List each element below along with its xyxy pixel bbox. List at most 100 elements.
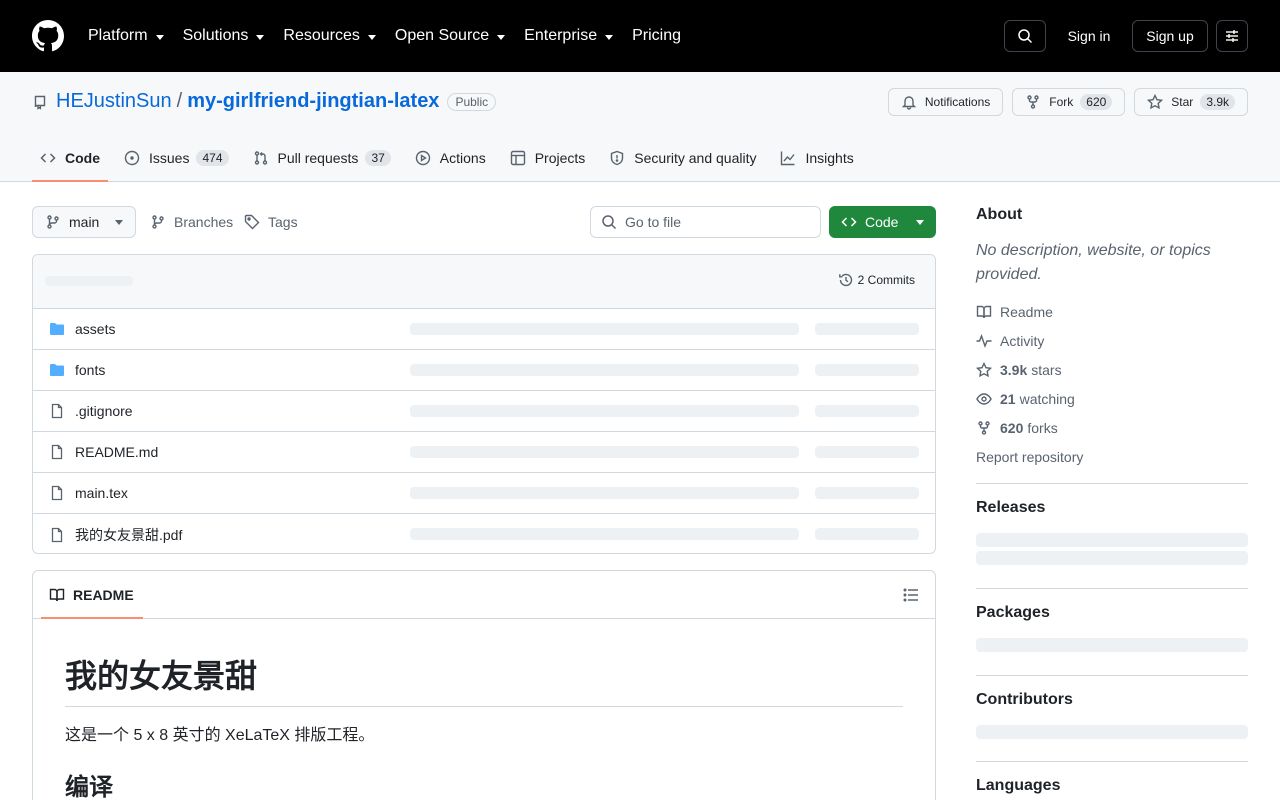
nav-open-source[interactable]: Open Source [395, 27, 506, 45]
go-to-file-input[interactable]: Go to file [590, 206, 821, 238]
star-icon [1147, 94, 1164, 110]
code-dropdown-button[interactable]: Code [829, 206, 936, 238]
commits-label: 2 Commits [857, 273, 915, 287]
code-button-label: Code [865, 214, 899, 230]
menu-button[interactable] [1216, 20, 1248, 52]
watchers-link[interactable]: 21 watching [976, 384, 1248, 413]
visibility-badge: Public [447, 92, 497, 111]
loading-placeholder [815, 487, 919, 499]
loading-placeholder [410, 405, 799, 417]
repo-owner-link[interactable]: HEJustinSun [56, 90, 172, 113]
chevron-down-icon [367, 34, 376, 40]
file-name[interactable]: 我的女友景甜.pdf [75, 525, 182, 545]
file-name[interactable]: fonts [75, 362, 105, 378]
tab-issues[interactable]: Issues 474 [116, 138, 237, 178]
about-section: About No description, website, or topics… [976, 206, 1248, 471]
languages-section: Languages [976, 761, 1248, 800]
file-icon [51, 403, 63, 419]
tab-security[interactable]: Security and quality [601, 138, 764, 178]
packages-title[interactable]: Packages [976, 604, 1248, 622]
search-icon [602, 215, 617, 230]
loading-placeholder [410, 364, 799, 376]
issues-count: 474 [196, 150, 229, 166]
fork-button[interactable]: Fork 620 [1012, 88, 1126, 116]
repo-header: HEJustinSun / my-girlfriend-jingtian-lat… [0, 72, 1280, 182]
repo-title: HEJustinSun / my-girlfriend-jingtian-lat… [32, 90, 497, 113]
nav-enterprise[interactable]: Enterprise [524, 27, 614, 45]
file-name[interactable]: assets [75, 321, 115, 337]
file-row[interactable]: fonts [33, 350, 935, 391]
file-icon [51, 444, 63, 460]
branch-selector[interactable]: main [32, 206, 136, 238]
readme-link[interactable]: Readme [976, 297, 1248, 326]
branches-link[interactable]: Branches [150, 206, 233, 238]
contributors-section: Contributors [976, 675, 1248, 761]
branch-icon [47, 215, 59, 229]
eye-icon [976, 392, 992, 405]
star-button[interactable]: Star 3.9k [1134, 88, 1248, 116]
file-row[interactable]: assets [33, 309, 935, 350]
loading-placeholder [815, 446, 919, 458]
file-row[interactable]: .gitignore [33, 391, 935, 432]
star-icon [976, 361, 992, 377]
latest-commit-bar: 2 Commits [33, 255, 935, 309]
list-icon[interactable] [903, 587, 919, 603]
tab-actions[interactable]: Actions [407, 138, 494, 178]
nav-resources[interactable]: Resources [283, 27, 376, 45]
stars-label: stars [1031, 361, 1062, 378]
book-icon [976, 305, 992, 318]
stars-count: 3.9k [1000, 361, 1028, 378]
repo-name-link[interactable]: my-girlfriend-jingtian-latex [187, 90, 439, 113]
tab-projects[interactable]: Projects [502, 138, 594, 178]
readme-subheading: 编译 [65, 774, 113, 800]
readme-paragraph: 这是一个 5 x 8 英寸的 XeLaTeX 排版工程。 [65, 727, 375, 744]
loading-placeholder [410, 446, 799, 458]
readme-heading: 我的女友景甜 [65, 651, 903, 707]
folder-icon [50, 323, 64, 335]
tags-label: Tags [268, 214, 298, 230]
github-logo-icon[interactable] [32, 20, 64, 52]
stars-link[interactable]: 3.9k stars [976, 355, 1248, 384]
chevron-down-icon [916, 219, 924, 225]
notifications-button[interactable]: Notifications [887, 88, 1004, 116]
search-button[interactable] [1004, 20, 1046, 52]
repo-separator: / [176, 90, 183, 112]
loading-placeholder [410, 487, 799, 499]
star-label: Star [1171, 95, 1194, 109]
go-to-file-placeholder: Go to file [625, 214, 682, 230]
sign-up-button[interactable]: Sign up [1132, 20, 1208, 52]
loading-placeholder [410, 528, 799, 540]
file-row[interactable]: 我的女友景甜.pdf [33, 514, 935, 553]
tab-insights[interactable]: Insights [772, 138, 861, 178]
file-row[interactable]: main.tex [33, 473, 935, 514]
branch-icon [152, 215, 164, 229]
file-row[interactable]: README.md [33, 432, 935, 473]
nav-solutions[interactable]: Solutions [183, 27, 265, 45]
loading-placeholder [976, 638, 1248, 652]
file-name[interactable]: .gitignore [75, 403, 133, 419]
commits-link[interactable]: 2 Commits [838, 272, 915, 288]
nav-pricing[interactable]: Pricing [632, 27, 681, 45]
pull-requests-count: 37 [365, 150, 391, 166]
report-repository-link[interactable]: Report repository [976, 442, 1248, 471]
chevron-down-icon [155, 34, 164, 40]
about-title: About [976, 206, 1023, 223]
contributors-title[interactable]: Contributors [976, 691, 1248, 709]
file-name[interactable]: README.md [75, 444, 158, 460]
tab-code[interactable]: Code [32, 138, 108, 182]
tab-pull-requests[interactable]: Pull requests 37 [245, 138, 399, 178]
tags-link[interactable]: Tags [244, 206, 298, 238]
fork-label: Fork [1049, 95, 1074, 109]
readme-tab[interactable]: README [49, 587, 134, 603]
sign-in-button[interactable]: Sign in [1054, 20, 1124, 52]
nav-platform[interactable]: Platform [88, 27, 164, 45]
releases-title[interactable]: Releases [976, 499, 1248, 517]
activity-link[interactable]: Activity [976, 326, 1248, 355]
forks-link[interactable]: 620 forks [976, 413, 1248, 442]
file-name[interactable]: main.tex [75, 485, 128, 501]
pulse-icon [976, 333, 992, 348]
code-icon [841, 217, 857, 227]
book-icon [49, 588, 65, 601]
loading-placeholder [815, 323, 919, 335]
shield-icon [611, 150, 624, 166]
